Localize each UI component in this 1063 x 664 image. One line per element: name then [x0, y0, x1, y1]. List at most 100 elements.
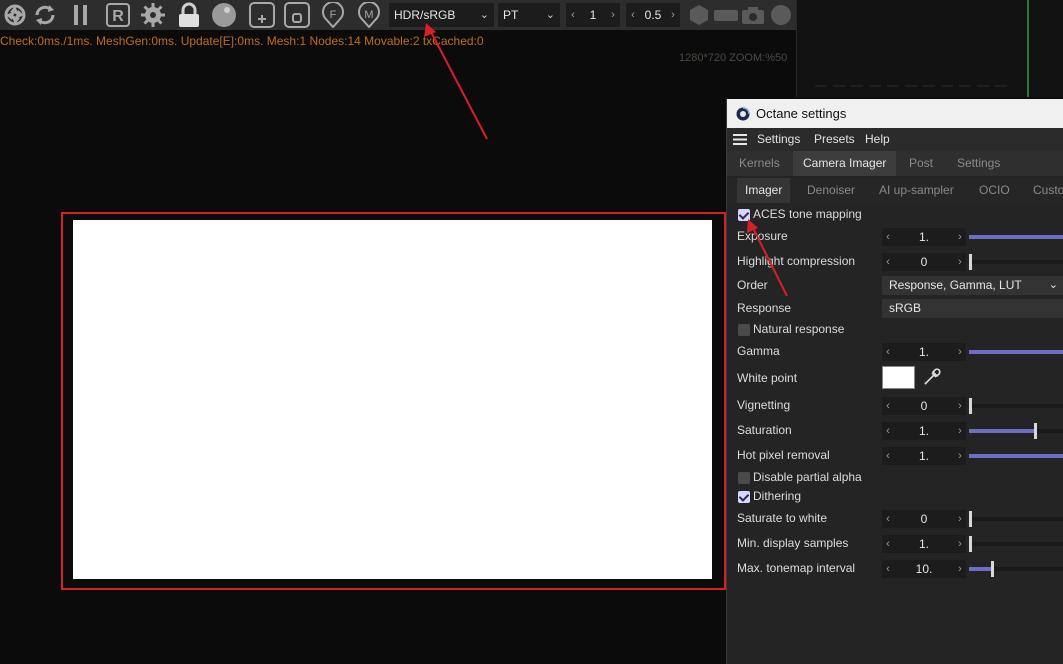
- saturate-to-white-input[interactable]: ‹ 0 ›: [882, 510, 966, 528]
- exposure-slider[interactable]: [969, 235, 1063, 239]
- kernel-select[interactable]: PT ⌄: [498, 3, 560, 27]
- tab-imager[interactable]: Imager: [737, 178, 791, 203]
- chevron-right-icon[interactable]: ›: [954, 560, 966, 578]
- saturate-to-white-value: 0: [920, 512, 928, 526]
- vignetting-label: Vignetting: [737, 398, 791, 412]
- max-tonemap-interval-slider[interactable]: [969, 561, 1063, 577]
- m-pin-icon[interactable]: M: [356, 2, 382, 28]
- tab-camera-imager[interactable]: Camera Imager: [793, 151, 897, 176]
- highlight-compression-input[interactable]: ‹ 0 ›: [882, 253, 966, 271]
- r-letter-icon[interactable]: R: [105, 2, 131, 28]
- color-mode-value: HDR/sRGB: [394, 8, 456, 22]
- white-point-label: White point: [737, 371, 798, 385]
- min-display-samples-input[interactable]: ‹ 1. ›: [882, 535, 966, 553]
- tab-post[interactable]: Post: [899, 151, 943, 176]
- dithering-checkbox[interactable]: [738, 491, 750, 503]
- exposure-value: 1.: [918, 230, 929, 244]
- aces-label: ACES tone mapping: [753, 207, 862, 221]
- saturation-label: Saturation: [737, 423, 792, 437]
- chevron-right-icon[interactable]: ›: [954, 343, 966, 361]
- hamburger-menu-icon[interactable]: [733, 134, 747, 145]
- tab-kernels[interactable]: Kernels: [729, 151, 790, 176]
- exposure-input[interactable]: ‹ 1. ›: [882, 228, 966, 246]
- lock-icon[interactable]: [176, 2, 202, 28]
- hexagon-icon[interactable]: [686, 2, 712, 28]
- main-tabs: Kernels Camera Imager Post Settings: [727, 151, 1063, 176]
- menu-help[interactable]: Help: [865, 132, 890, 146]
- aces-checkbox[interactable]: [738, 209, 750, 221]
- render-highlight-box: [61, 212, 726, 590]
- kernel-value: PT: [503, 8, 519, 22]
- circle-icon[interactable]: [768, 2, 794, 28]
- chevron-down-icon: ⌄: [1048, 279, 1058, 291]
- hot-pixel-removal-input[interactable]: ‹ 1. ›: [882, 447, 966, 465]
- refresh-icon[interactable]: [32, 2, 58, 28]
- max-tonemap-interval-value: 10.: [915, 562, 933, 576]
- hot-pixel-removal-slider[interactable]: [969, 454, 1063, 458]
- live-viewer-toolbar: R F M HDR/sRGB ⌄ PT ⌄ ‹ 1 › ‹ 0.5 ›: [0, 0, 796, 30]
- response-field[interactable]: sRGB: [882, 299, 1063, 318]
- tab-ai-upsampler[interactable]: AI up-sampler: [871, 178, 962, 203]
- chevron-right-icon[interactable]: ›: [954, 228, 966, 246]
- chevron-right-icon[interactable]: ›: [954, 422, 966, 440]
- menu-presets[interactable]: Presets: [814, 132, 855, 146]
- color-mode-select[interactable]: HDR/sRGB ⌄: [389, 3, 494, 27]
- svg-text:R: R: [112, 8, 124, 25]
- chevron-left-icon[interactable]: ‹: [882, 422, 894, 440]
- panel-title: Octane settings: [756, 106, 847, 121]
- gamma-input[interactable]: ‹ 1. ›: [882, 343, 966, 361]
- min-display-samples-value: 1.: [918, 537, 929, 551]
- saturation-input[interactable]: ‹ 1. ›: [882, 422, 966, 440]
- dithering-label: Dithering: [753, 489, 802, 503]
- chevron-left-icon[interactable]: ‹: [882, 510, 894, 528]
- spin-control-1[interactable]: ‹ 1 ›: [566, 3, 620, 27]
- spin-control-2[interactable]: ‹ 0.5 ›: [626, 3, 680, 27]
- gamma-label: Gamma: [737, 344, 780, 358]
- camera-icon[interactable]: [740, 2, 766, 28]
- chevron-right-icon[interactable]: ›: [954, 535, 966, 553]
- chevron-left-icon[interactable]: ‹: [882, 447, 894, 465]
- aperture-icon[interactable]: [2, 2, 28, 28]
- chevron-left-icon[interactable]: ‹: [882, 535, 894, 553]
- order-select[interactable]: Response, Gamma, LUT ⌄: [882, 276, 1063, 295]
- chevron-right-icon[interactable]: ›: [666, 3, 680, 27]
- max-tonemap-interval-input[interactable]: ‹ 10. ›: [882, 560, 966, 578]
- f-pin-icon[interactable]: F: [320, 2, 346, 28]
- tab-denoiser[interactable]: Denoiser: [799, 178, 863, 203]
- sphere-icon[interactable]: [211, 2, 237, 28]
- chevron-left-icon[interactable]: ‹: [566, 3, 580, 27]
- highlight-compression-slider[interactable]: [969, 254, 1063, 270]
- disable-partial-alpha-checkbox[interactable]: [738, 472, 750, 484]
- chevron-left-icon[interactable]: ‹: [626, 3, 640, 27]
- chevron-right-icon[interactable]: ›: [954, 397, 966, 415]
- pause-icon[interactable]: [68, 2, 94, 28]
- chevron-right-icon[interactable]: ›: [954, 253, 966, 271]
- imager-subtabs: Imager Denoiser AI up-sampler OCIO Custo: [727, 178, 1063, 203]
- square-box-icon[interactable]: [284, 2, 310, 28]
- eyedropper-icon[interactable]: [923, 366, 943, 386]
- vignetting-input[interactable]: ‹ 0 ›: [882, 397, 966, 415]
- saturate-to-white-slider[interactable]: [969, 511, 1063, 527]
- chevron-right-icon[interactable]: ›: [954, 447, 966, 465]
- chevron-left-icon[interactable]: ‹: [882, 228, 894, 246]
- saturation-slider[interactable]: [969, 423, 1063, 439]
- chevron-left-icon[interactable]: ‹: [882, 343, 894, 361]
- min-display-samples-slider[interactable]: [969, 536, 1063, 552]
- menu-settings[interactable]: Settings: [757, 132, 800, 146]
- chevron-left-icon[interactable]: ‹: [882, 560, 894, 578]
- chevron-right-icon[interactable]: ›: [954, 510, 966, 528]
- order-value: Response, Gamma, LUT: [889, 278, 1022, 292]
- rectangle-icon[interactable]: [713, 2, 739, 28]
- natural-response-checkbox[interactable]: [738, 324, 750, 336]
- chevron-left-icon[interactable]: ‹: [882, 397, 894, 415]
- gamma-slider[interactable]: [969, 350, 1063, 354]
- vignetting-slider[interactable]: [969, 398, 1063, 414]
- add-box-icon[interactable]: [249, 2, 275, 28]
- chevron-left-icon[interactable]: ‹: [882, 253, 894, 271]
- tab-settings[interactable]: Settings: [947, 151, 1010, 176]
- chevron-right-icon[interactable]: ›: [606, 3, 620, 27]
- tab-ocio[interactable]: OCIO: [971, 178, 1018, 203]
- white-point-swatch[interactable]: [882, 366, 915, 389]
- gear-icon[interactable]: [140, 2, 166, 28]
- tab-custom[interactable]: Custo: [1025, 178, 1063, 203]
